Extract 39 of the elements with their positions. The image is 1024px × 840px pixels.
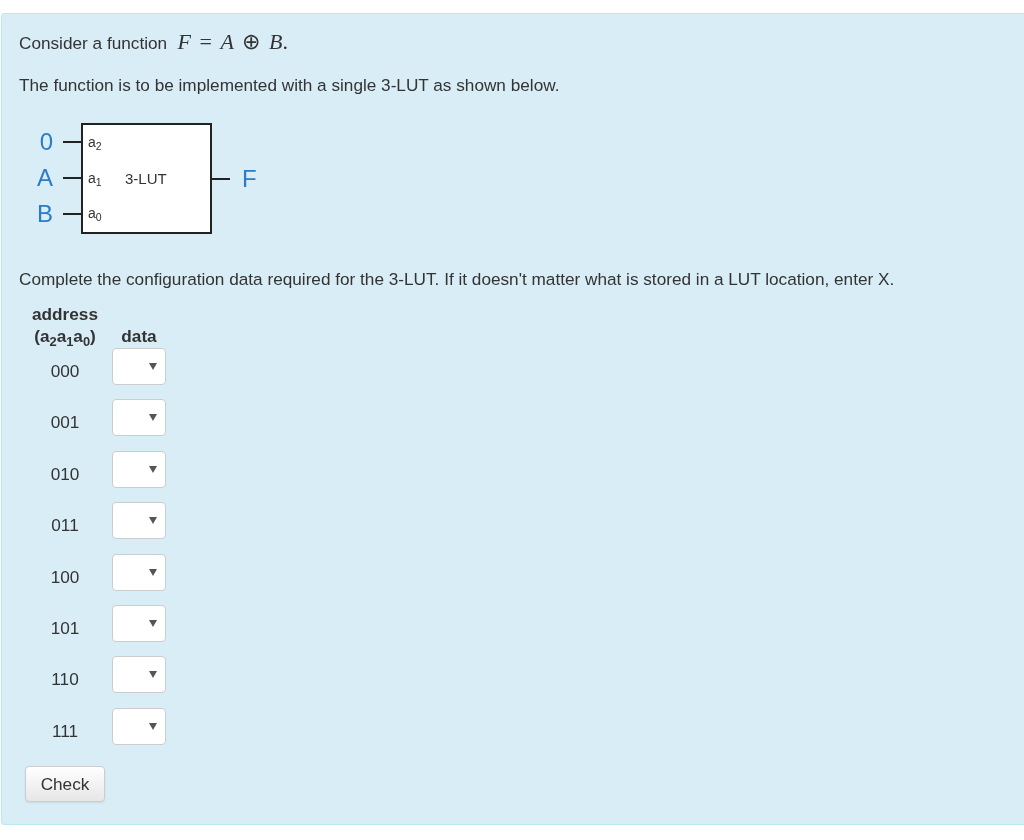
address-cell-text: 111 bbox=[50, 719, 80, 743]
caret-icon bbox=[149, 722, 157, 730]
column-header: address bbox=[32, 303, 98, 325]
block-label: 3-LUT bbox=[125, 170, 167, 187]
input-signal-label: A bbox=[37, 164, 53, 192]
address-cell-text: 000 bbox=[49, 360, 81, 383]
data-dropdown[interactable] bbox=[112, 656, 166, 694]
data-dropdown[interactable] bbox=[112, 604, 166, 642]
question-text: Consider a function F = A ⊕ B. bbox=[19, 29, 289, 55]
data-dropdown[interactable] bbox=[112, 707, 166, 745]
address-cell-text: 001 bbox=[49, 411, 81, 435]
address-cell-text: 011 bbox=[50, 514, 80, 538]
address-cell-text: 010 bbox=[49, 462, 81, 486]
caret-icon bbox=[149, 568, 157, 576]
caret-icon bbox=[149, 465, 157, 473]
data-dropdown[interactable] bbox=[112, 502, 166, 540]
check-button[interactable]: Check bbox=[25, 766, 105, 803]
pin-label: a$_{0}$ bbox=[88, 204, 103, 226]
pin-label: a$_{1}$ bbox=[88, 168, 103, 190]
input-signal-label: 0 bbox=[39, 128, 53, 156]
caret-icon bbox=[149, 414, 157, 422]
column-subheader: (a$_{2}$a$_{1}$a$_{0}$) bbox=[34, 325, 96, 347]
address-cell-text: 100 bbox=[49, 565, 81, 589]
address-cell-text: 110 bbox=[50, 668, 80, 692]
output-signal-label: F bbox=[242, 164, 257, 193]
statement-text: The function is to be implemented with a single 3-LUT as shown below. bbox=[19, 75, 561, 95]
address-cell-text: 101 bbox=[49, 616, 81, 640]
caret-icon bbox=[149, 517, 157, 525]
column-header: data bbox=[121, 325, 157, 347]
data-dropdown[interactable] bbox=[112, 450, 166, 488]
data-dropdown[interactable] bbox=[112, 553, 166, 591]
caret-icon bbox=[149, 363, 157, 370]
caret-icon bbox=[149, 671, 157, 679]
pin-label: a$_{2}$ bbox=[88, 133, 103, 155]
data-dropdown[interactable] bbox=[112, 399, 166, 437]
instruction-text: Complete the configuration data required for the 3-LUT. If it doesn't matter what is stored in a LUT location, enter X. bbox=[19, 269, 896, 289]
data-dropdown[interactable] bbox=[112, 348, 166, 385]
input-signal-label: B bbox=[37, 200, 53, 228]
caret-icon bbox=[149, 619, 157, 627]
